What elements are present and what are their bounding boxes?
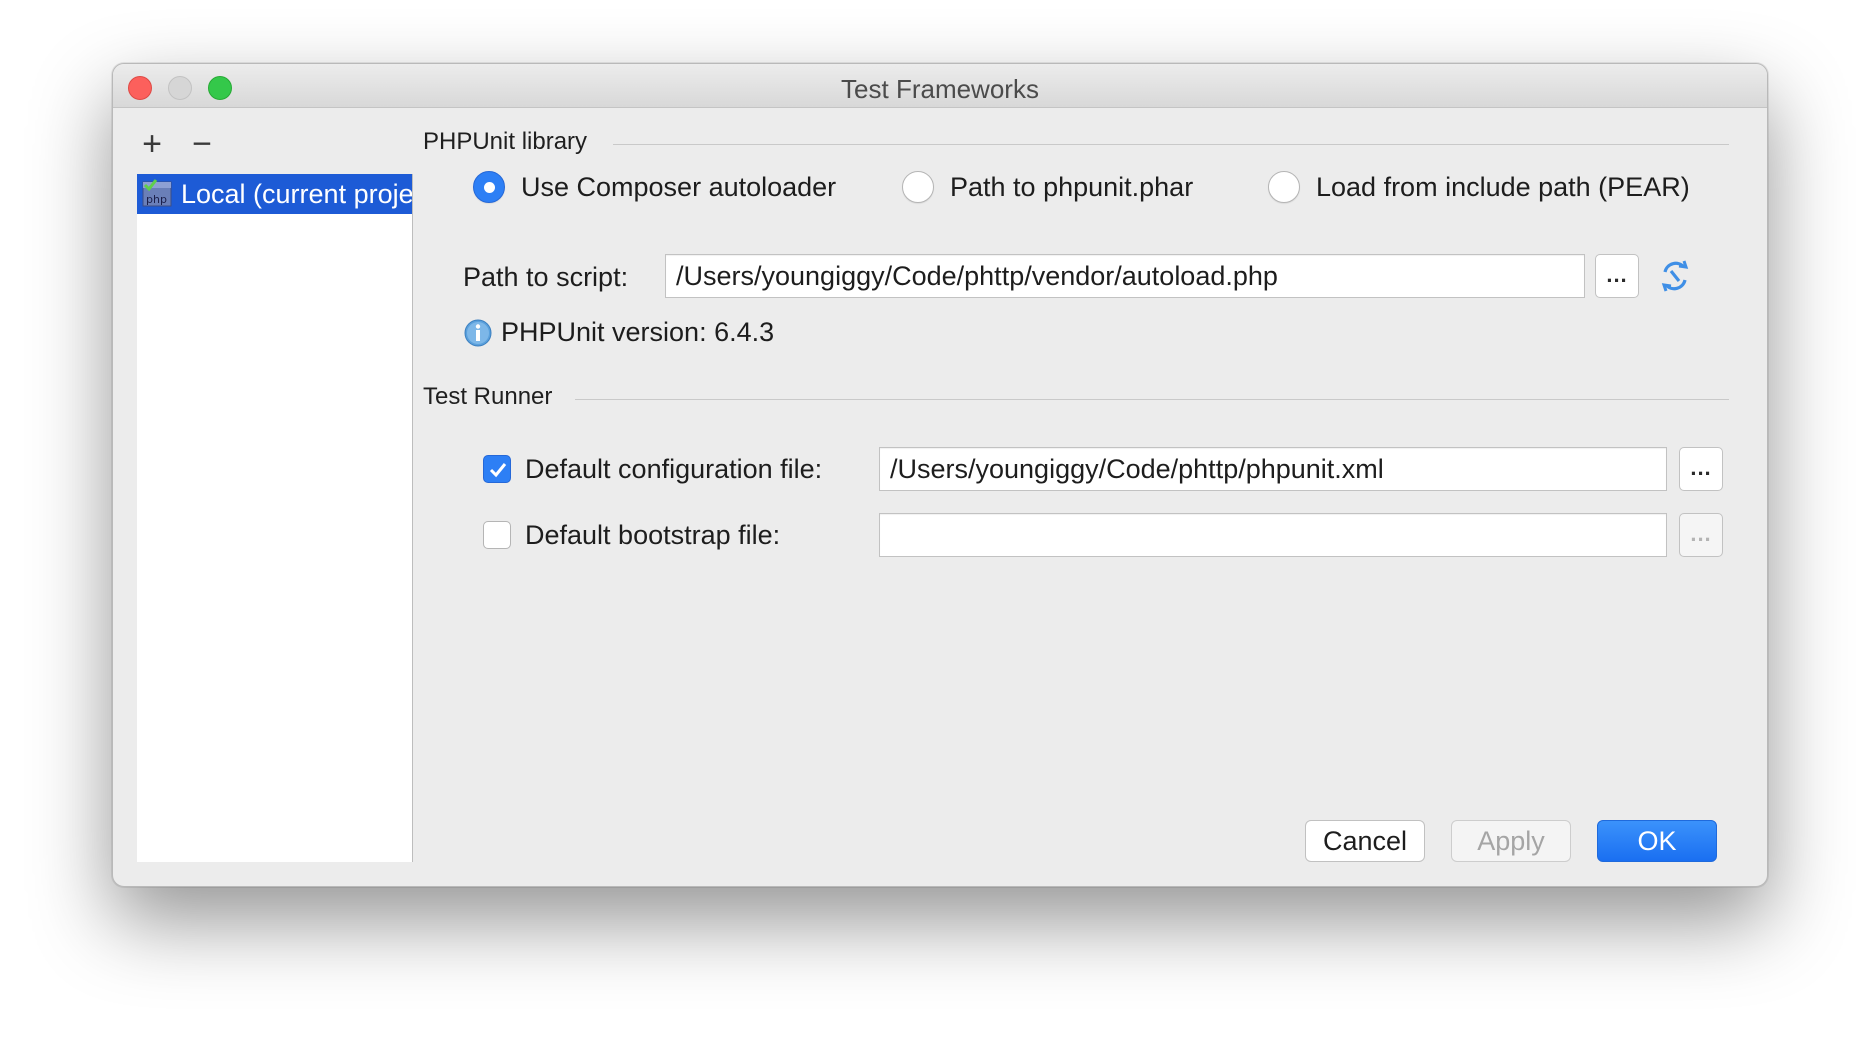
test-frameworks-dialog: Test Frameworks + − php Local (current p…: [112, 63, 1768, 887]
radio-button[interactable]: [902, 171, 934, 203]
default-bootstrap-label[interactable]: Default bootstrap file:: [525, 520, 780, 551]
default-config-checkbox[interactable]: [483, 455, 511, 483]
browse-bootstrap-button: ...: [1679, 513, 1723, 557]
phpunit-version-row: PHPUnit version: 6.4.3: [463, 317, 774, 348]
path-to-script-input[interactable]: [665, 254, 1585, 298]
default-bootstrap-checkbox[interactable]: [483, 521, 511, 549]
section-title-phpunit-library: PHPUnit library: [423, 128, 588, 155]
radio-composer-autoloader[interactable]: Use Composer autoloader: [473, 171, 836, 203]
default-config-input[interactable]: [879, 447, 1667, 491]
window-title: Test Frameworks: [841, 74, 1039, 104]
cancel-button[interactable]: Cancel: [1305, 820, 1425, 862]
refresh-icon[interactable]: [1657, 258, 1693, 294]
add-icon[interactable]: +: [137, 127, 167, 161]
radio-label[interactable]: Path to phpunit.phar: [950, 172, 1193, 203]
title-bar: Test Frameworks: [113, 64, 1767, 108]
section-title-test-runner: Test Runner: [423, 383, 553, 410]
info-icon: [463, 318, 493, 348]
phpunit-version-text: PHPUnit version: 6.4.3: [501, 317, 775, 347]
php-interpreter-icon: php: [141, 178, 173, 210]
browse-config-button[interactable]: ...: [1679, 447, 1723, 491]
browse-script-button[interactable]: ...: [1595, 254, 1639, 298]
list-item-label: Local (current project): [181, 179, 413, 209]
radio-phpunit-phar[interactable]: Path to phpunit.phar: [902, 171, 1193, 203]
default-config-label[interactable]: Default configuration file:: [525, 454, 822, 485]
configuration-list: php Local (current project): [137, 174, 413, 862]
checkmark-icon: [489, 463, 507, 478]
remove-icon[interactable]: −: [187, 127, 217, 161]
radio-button[interactable]: [473, 171, 505, 203]
ok-button[interactable]: OK: [1597, 820, 1717, 862]
section-divider: [575, 399, 1729, 400]
radio-button[interactable]: [1268, 171, 1300, 203]
radio-label[interactable]: Use Composer autoloader: [521, 172, 836, 203]
section-divider: [613, 144, 1729, 145]
svg-text:php: php: [146, 193, 167, 206]
default-bootstrap-input[interactable]: [879, 513, 1667, 557]
apply-button[interactable]: Apply: [1451, 820, 1571, 862]
radio-include-path-pear[interactable]: Load from include path (PEAR): [1268, 171, 1690, 203]
list-item-local[interactable]: php Local (current project): [137, 174, 413, 214]
radio-label[interactable]: Load from include path (PEAR): [1316, 172, 1690, 203]
path-to-script-label: Path to script:: [463, 262, 629, 292]
